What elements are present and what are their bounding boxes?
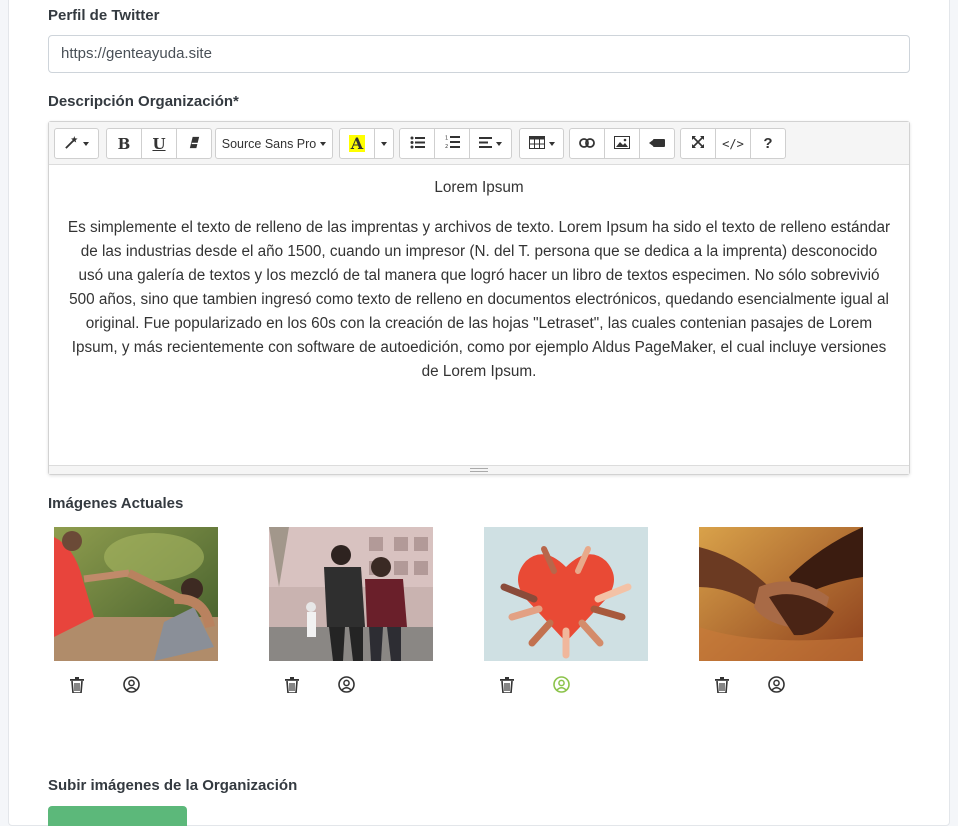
description-label: Descripción Organización* xyxy=(48,93,239,110)
font-family-dropdown[interactable]: Source Sans Pro xyxy=(215,128,333,159)
upload-images-button[interactable] xyxy=(48,806,187,826)
set-profile-button-3-active[interactable] xyxy=(552,676,570,698)
set-profile-button-1[interactable] xyxy=(122,676,140,698)
picture-icon xyxy=(614,135,630,152)
delete-image-button-2[interactable] xyxy=(283,676,301,698)
trash-icon xyxy=(285,676,299,698)
color-dropdown-button[interactable] xyxy=(374,128,394,159)
table-icon xyxy=(528,135,545,152)
set-profile-button-2[interactable] xyxy=(337,676,355,698)
delete-image-button-4[interactable] xyxy=(713,676,731,698)
clear-format-button[interactable] xyxy=(176,128,212,159)
table-dropdown-button[interactable] xyxy=(519,128,564,159)
heart-hands-illustration-icon xyxy=(484,527,648,661)
image-thumbnail-2 xyxy=(269,527,433,661)
editor-toolbar: B U Source Sans Pro A 1 2 </> ? xyxy=(49,122,909,165)
link-icon xyxy=(579,136,595,151)
video-icon xyxy=(649,136,665,151)
rich-text-editor: B U Source Sans Pro A 1 2 </> ? Lorem Ip… xyxy=(48,121,910,475)
help-button[interactable]: ? xyxy=(750,128,786,159)
editor-content[interactable]: Lorem Ipsum Es simplemente el texto de r… xyxy=(49,166,909,466)
insert-link-button[interactable] xyxy=(569,128,605,159)
highlight-color-button[interactable]: A xyxy=(339,128,375,159)
style-dropdown-button[interactable] xyxy=(54,128,99,159)
trash-icon xyxy=(70,676,84,698)
image-thumbnail-1 xyxy=(54,527,218,661)
bold-button[interactable]: B xyxy=(106,128,142,159)
delete-image-button-1[interactable] xyxy=(68,676,86,698)
image-thumbnail-3 xyxy=(484,527,648,661)
editor-resize-bar[interactable] xyxy=(49,465,909,474)
code-view-button[interactable]: </> xyxy=(715,128,751,159)
align-left-icon xyxy=(479,136,492,151)
bullet-list-icon xyxy=(410,136,425,152)
trash-icon xyxy=(715,676,729,698)
unordered-list-button[interactable] xyxy=(399,128,435,159)
numbered-list-icon: 12 xyxy=(445,135,460,152)
expand-arrows-icon xyxy=(692,136,704,151)
svg-text:1: 1 xyxy=(445,136,448,142)
twitter-label: Perfil de Twitter xyxy=(48,7,160,24)
delete-image-button-3[interactable] xyxy=(498,676,516,698)
user-circle-icon xyxy=(767,676,785,698)
image-thumbnail-4 xyxy=(699,527,863,661)
trash-icon xyxy=(500,676,514,698)
upload-images-label: Subir imágenes de la Organización xyxy=(48,777,298,794)
insert-video-button[interactable] xyxy=(639,128,675,159)
editor-body-text: Es simplemente el texto de relleno de la… xyxy=(67,219,891,380)
highlight-a-icon: A xyxy=(348,134,366,153)
editor-title-text: Lorem Ipsum xyxy=(434,179,524,196)
supporting-friend-photo-icon xyxy=(269,527,433,661)
underline-button[interactable]: U xyxy=(141,128,177,159)
holding-hands-photo-icon xyxy=(699,527,863,661)
svg-text:2: 2 xyxy=(445,144,448,149)
ordered-list-button[interactable]: 12 xyxy=(434,128,470,159)
insert-image-button[interactable] xyxy=(604,128,640,159)
eraser-icon xyxy=(188,136,201,152)
paragraph-align-dropdown[interactable] xyxy=(469,128,512,159)
set-profile-button-4[interactable] xyxy=(767,676,785,698)
magic-wand-icon xyxy=(64,135,79,153)
current-images-label: Imágenes Actuales xyxy=(48,495,184,512)
twitter-input[interactable]: https://genteayuda.site xyxy=(48,35,910,73)
fullscreen-button[interactable] xyxy=(680,128,716,159)
user-circle-icon xyxy=(122,676,140,698)
user-circle-icon xyxy=(337,676,355,698)
helping-hand-photo-icon xyxy=(54,527,218,661)
resize-grip-icon xyxy=(470,468,488,472)
user-circle-icon xyxy=(552,676,570,698)
font-family-label: Source Sans Pro xyxy=(221,136,317,151)
